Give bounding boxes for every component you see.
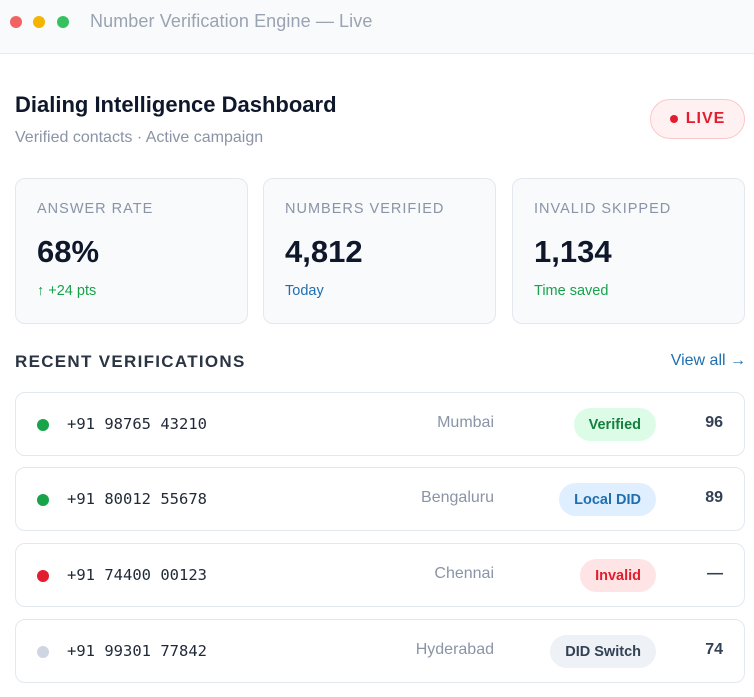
section-title-recent-verifications: RECENT VERIFICATIONS <box>15 352 246 371</box>
live-label: LIVE <box>685 110 726 127</box>
stat-card-answer-rate: ANSWER RATE 68% ↑ +24 pts <box>15 178 248 324</box>
score-value: 89 <box>705 489 723 506</box>
stat-label: NUMBERS VERIFIED <box>285 201 445 217</box>
city-label: Bengaluru <box>421 489 494 506</box>
view-all-link[interactable]: View all → <box>671 352 746 370</box>
phone-number: +91 74400 00123 <box>67 566 207 584</box>
score-value: 96 <box>705 414 723 431</box>
city-label: Mumbai <box>437 414 494 431</box>
status-badge: Verified <box>573 408 656 441</box>
stat-value: 4,812 <box>285 234 363 269</box>
live-dot-icon <box>669 115 678 123</box>
stat-note: ↑ +24 pts <box>37 283 97 299</box>
stat-label: ANSWER RATE <box>37 201 154 217</box>
phone-number: +91 99301 77842 <box>67 642 207 660</box>
close-window-icon[interactable] <box>10 16 22 28</box>
green-dot-icon <box>37 494 49 506</box>
stat-card-numbers-verified: NUMBERS VERIFIED 4,812 Today <box>263 178 496 324</box>
score-value: 74 <box>705 641 723 658</box>
city-label: Hyderabad <box>415 641 494 658</box>
stat-value: 68% <box>37 234 100 269</box>
page-title: Dialing Intelligence Dashboard <box>15 92 337 117</box>
minimize-window-icon[interactable] <box>33 16 45 28</box>
verification-row[interactable]: +91 74400 00123 Chennai Invalid — <box>15 543 745 607</box>
stat-note: Today <box>285 283 324 299</box>
stat-card-invalid-skipped: INVALID SKIPPED 1,134 Time saved <box>512 178 745 324</box>
gray-dot-icon <box>37 646 49 658</box>
status-badge: Local DID <box>559 483 656 516</box>
score-value: — <box>707 565 723 582</box>
stat-note: Time saved <box>534 283 609 299</box>
window-title: Number Verification Engine — Live <box>90 11 373 31</box>
verification-row[interactable]: +91 80012 55678 Bengaluru Local DID 89 <box>15 467 745 531</box>
stat-value: 1,134 <box>534 234 612 269</box>
phone-number: +91 98765 43210 <box>67 415 207 433</box>
live-badge: LIVE <box>650 99 745 139</box>
window-titlebar: Number Verification Engine — Live <box>0 0 754 54</box>
stat-label: INVALID SKIPPED <box>534 201 672 217</box>
green-dot-icon <box>37 419 49 431</box>
red-dot-icon <box>37 570 49 582</box>
status-badge: DID Switch <box>550 635 656 668</box>
phone-number: +91 80012 55678 <box>67 490 207 508</box>
page-subtitle: Verified contacts · Active campaign <box>15 129 264 146</box>
verification-row[interactable]: +91 99301 77842 Hyderabad DID Switch 74 <box>15 619 745 683</box>
verification-row[interactable]: +91 98765 43210 Mumbai Verified 96 <box>15 392 745 456</box>
status-badge: Invalid <box>580 559 656 592</box>
maximize-window-icon[interactable] <box>57 16 69 28</box>
city-label: Chennai <box>434 565 494 582</box>
